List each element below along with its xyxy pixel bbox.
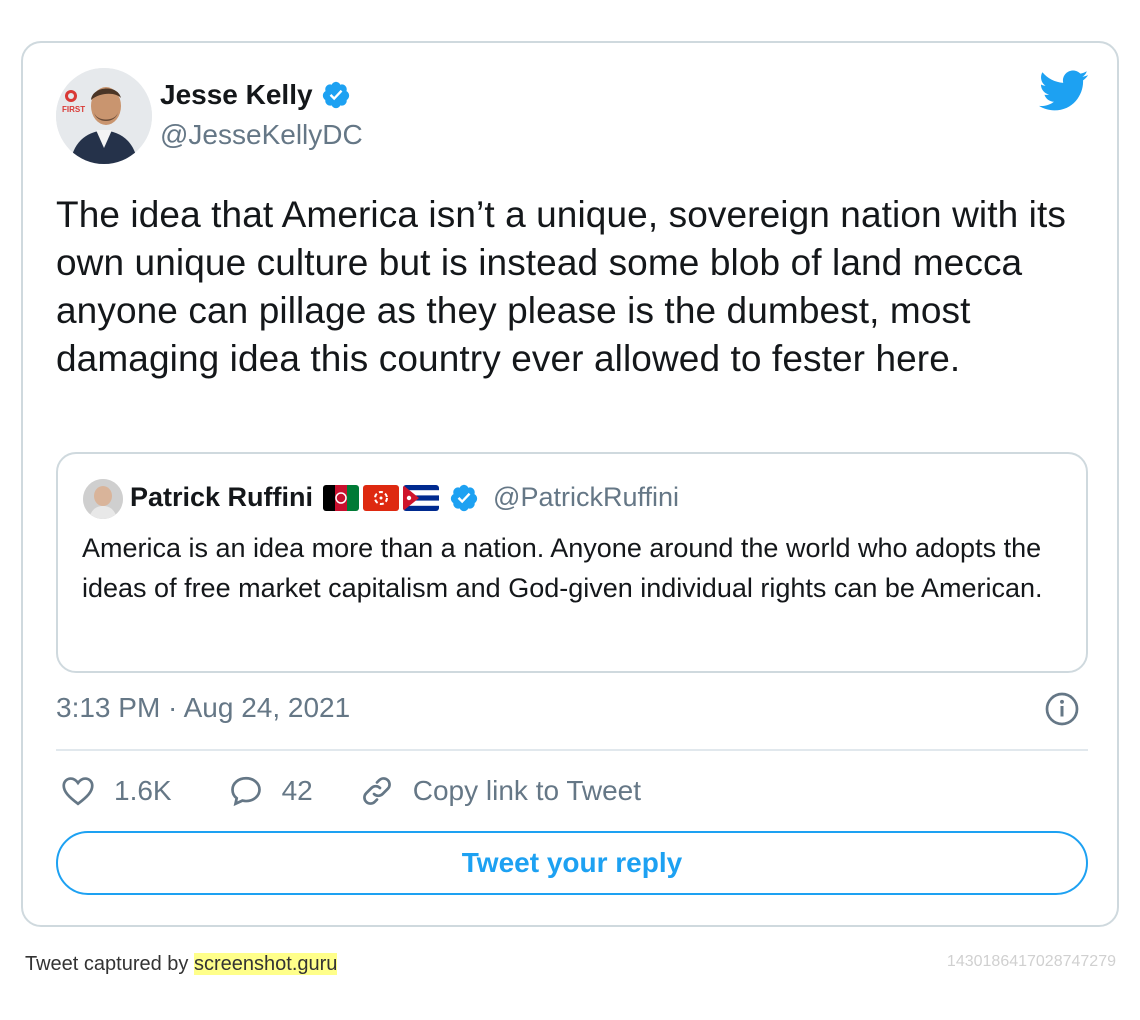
afghanistan-flag-icon (323, 484, 360, 511)
quoted-author-name[interactable]: Patrick Ruffini (130, 482, 313, 513)
tweet-card: FIRST Jesse Kelly @JesseKellyDC The idea… (21, 41, 1119, 927)
quoted-author-handle[interactable]: @PatrickRuffini (493, 482, 679, 513)
quoted-tweet-text: America is an idea more than a nation. A… (82, 533, 1043, 603)
quoted-header: Patrick Ruffini @PatrickRuffini (130, 482, 679, 513)
cuba-flag-icon (403, 484, 440, 511)
tweet-id: 1430186417028747279 (946, 953, 1116, 970)
twitter-bird-icon[interactable] (1039, 70, 1089, 112)
link-icon (362, 777, 391, 805)
author-handle[interactable]: @JesseKellyDC (160, 119, 363, 151)
reply-action[interactable]: 42 (228, 773, 313, 809)
copy-link-label: Copy link to Tweet (412, 775, 642, 806)
verified-badge-icon (322, 81, 349, 109)
capture-footer: Tweet captured by screenshot.guru (25, 953, 338, 976)
heart-icon (62, 777, 94, 806)
like-count: 1.6K (114, 775, 172, 806)
hong-kong-flag-icon (363, 484, 400, 511)
verified-badge-icon (450, 484, 478, 511)
copy-link-button[interactable]: Copy link to Tweet (359, 773, 641, 809)
divider (56, 749, 1088, 751)
screenshot-guru-link[interactable]: screenshot.guru (194, 953, 338, 975)
speech-bubble-icon (230, 776, 261, 807)
like-button[interactable]: 1.6K (60, 773, 172, 809)
quoted-author-avatar[interactable] (83, 479, 123, 519)
tweet-text: The idea that America isn’t a unique, so… (56, 194, 1066, 379)
action-bar: 1.6K 42 Copy link to Tweet (56, 773, 641, 809)
info-icon[interactable] (1044, 691, 1080, 727)
svg-text:FIRST: FIRST (62, 105, 85, 114)
tweet-timestamp[interactable]: 3:13 PM · Aug 24, 2021 (56, 692, 350, 724)
flag-emojis (323, 484, 440, 511)
author-avatar[interactable]: FIRST (56, 68, 152, 164)
quoted-tweet[interactable]: Patrick Ruffini @PatrickRuffini America … (56, 452, 1088, 673)
reply-count: 42 (281, 775, 313, 806)
author-name[interactable]: Jesse Kelly (160, 79, 351, 111)
captured-by-label: Tweet captured by (25, 953, 189, 975)
author-name-label: Jesse Kelly (160, 79, 313, 110)
tweet-your-reply-button[interactable]: Tweet your reply (56, 831, 1088, 895)
